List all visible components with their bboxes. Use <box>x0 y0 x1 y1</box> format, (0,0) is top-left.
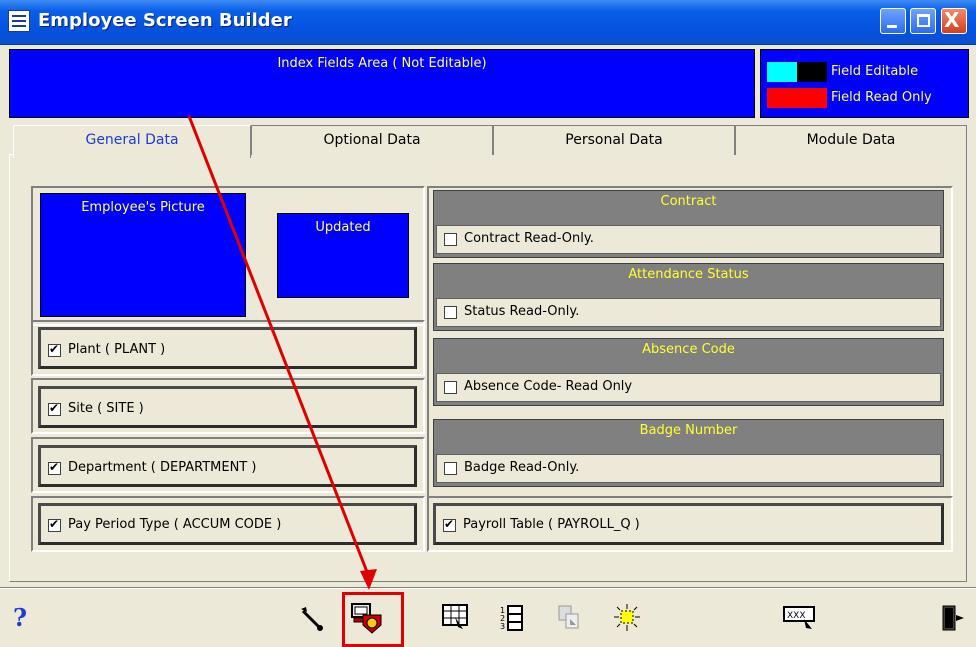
annotation-arrow <box>187 115 377 590</box>
